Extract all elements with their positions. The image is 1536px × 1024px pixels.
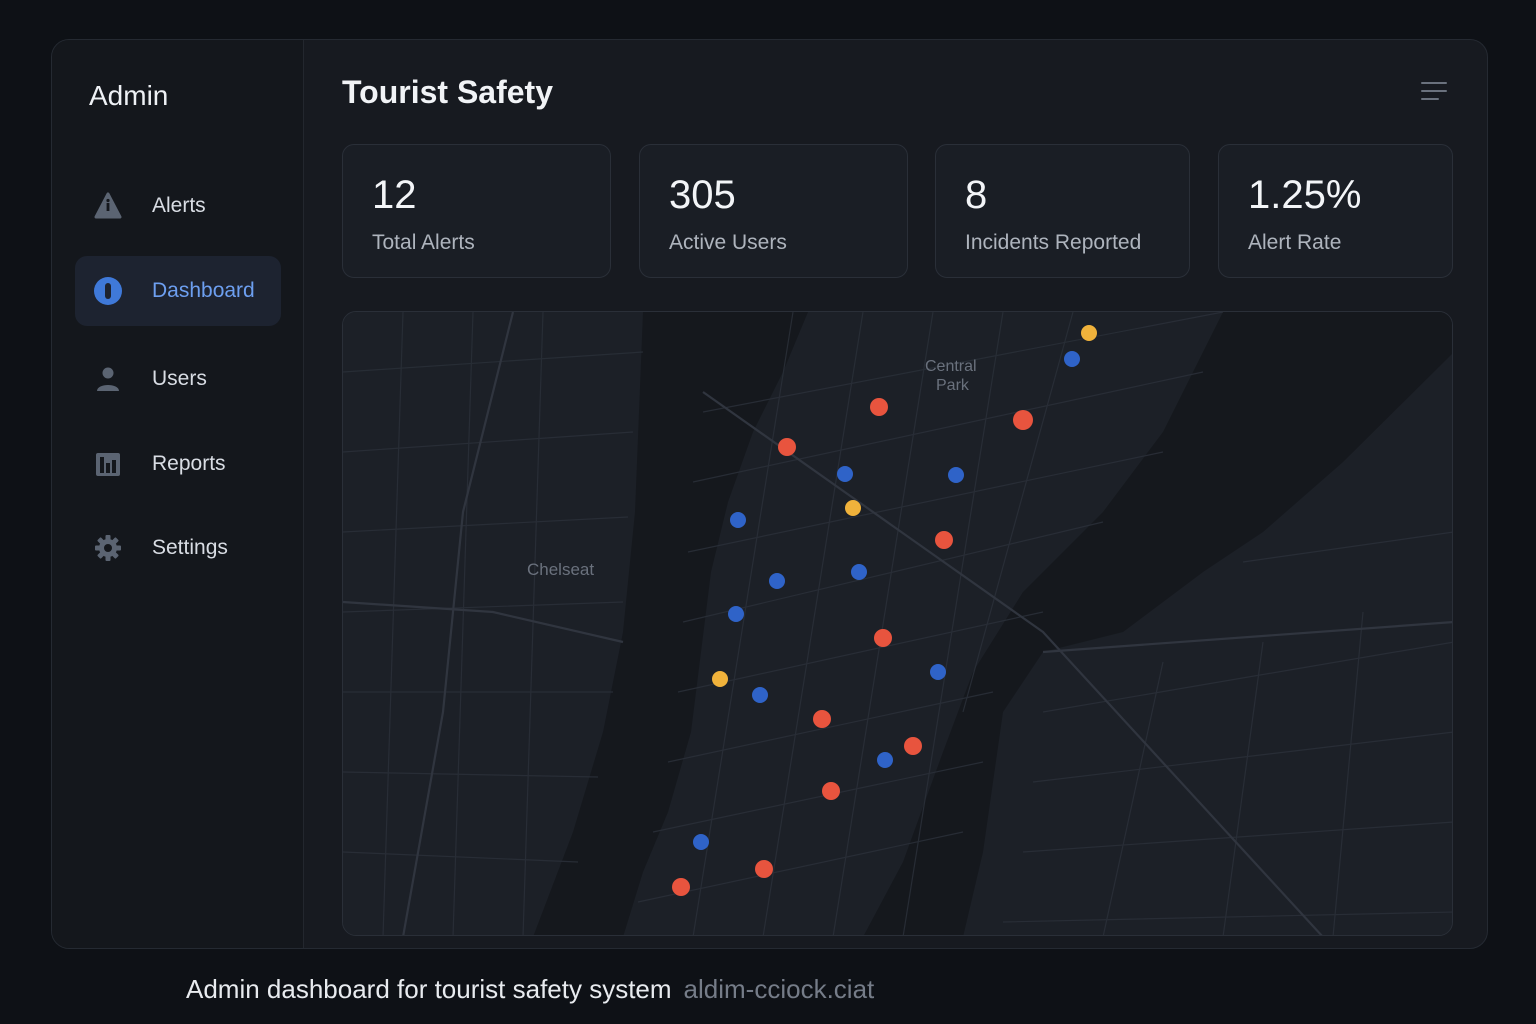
incident-marker[interactable] — [874, 629, 892, 647]
caption: Admin dashboard for tourist safety syste… — [186, 974, 874, 1005]
sidebar-item-label: Reports — [152, 452, 226, 475]
map-label-chelsea: Chelseat — [527, 560, 594, 579]
map-label-central: Central — [925, 358, 977, 375]
user-icon — [91, 362, 125, 396]
stat-card-total-alerts: 12 Total Alerts — [342, 144, 611, 278]
incident-marker[interactable] — [935, 531, 953, 549]
incident-map[interactable]: Chelseat Central Park — [342, 311, 1453, 936]
user-marker[interactable] — [730, 512, 746, 528]
map-label-park: Park — [936, 377, 970, 394]
incident-marker[interactable] — [1081, 325, 1097, 341]
incident-marker[interactable] — [672, 878, 690, 896]
stat-value: 305 — [669, 173, 736, 217]
stat-value: 1.25% — [1248, 173, 1362, 217]
incident-marker[interactable] — [778, 438, 796, 456]
user-marker[interactable] — [851, 564, 867, 580]
incident-marker[interactable] — [904, 737, 922, 755]
sidebar-item-label: Settings — [152, 536, 228, 559]
sidebar-item-reports[interactable]: Reports — [75, 429, 281, 499]
stat-card-incidents: 8 Incidents Reported — [935, 144, 1190, 278]
stat-label: Incidents Reported — [965, 231, 1142, 254]
user-marker[interactable] — [752, 687, 768, 703]
user-marker[interactable] — [769, 573, 785, 589]
caption-text: Admin dashboard for tourist safety syste… — [186, 974, 672, 1004]
incident-marker[interactable] — [712, 671, 728, 687]
sidebar-item-label: Alerts — [152, 194, 206, 217]
map-canvas[interactable]: Chelseat Central Park — [343, 312, 1453, 936]
incident-marker[interactable] — [845, 500, 861, 516]
caption-url: aldim-cciock.ciat — [683, 974, 875, 1004]
sidebar-item-users[interactable]: Users — [75, 344, 281, 414]
sidebar-item-alerts[interactable]: Alerts — [75, 171, 281, 241]
menu-icon[interactable] — [1421, 82, 1451, 104]
stat-value: 12 — [372, 173, 417, 217]
stat-label: Alert Rate — [1248, 231, 1342, 254]
page-title: Tourist Safety — [342, 74, 553, 110]
user-marker[interactable] — [1064, 351, 1080, 367]
incident-marker[interactable] — [870, 398, 888, 416]
user-marker[interactable] — [693, 834, 709, 850]
reports-icon — [91, 447, 125, 481]
user-marker[interactable] — [837, 466, 853, 482]
sidebar-item-settings[interactable]: Settings — [75, 513, 281, 583]
sidebar-item-label: Users — [152, 367, 207, 390]
app-window: Admin Alerts Dashboard Users Reports Set… — [51, 39, 1488, 949]
stat-value: 8 — [965, 173, 988, 217]
sidebar: Admin Alerts Dashboard Users Reports Set… — [52, 40, 304, 948]
stat-card-alert-rate: 1.25% Alert Rate — [1218, 144, 1453, 278]
user-marker[interactable] — [948, 467, 964, 483]
sidebar-item-label: Dashboard — [152, 279, 255, 302]
sidebar-item-dashboard[interactable]: Dashboard — [75, 256, 281, 326]
user-marker[interactable] — [728, 606, 744, 622]
brand-title: Admin — [89, 80, 169, 111]
incident-marker[interactable] — [822, 782, 840, 800]
stat-label: Total Alerts — [372, 231, 475, 254]
dashboard-icon — [91, 274, 125, 308]
main-content: Tourist Safety 12 Total Alerts 305 Activ… — [304, 40, 1487, 948]
stat-label: Active Users — [669, 231, 787, 254]
gear-icon — [91, 531, 125, 565]
incident-marker[interactable] — [755, 860, 773, 878]
user-marker[interactable] — [877, 752, 893, 768]
incident-marker[interactable] — [813, 710, 831, 728]
user-marker[interactable] — [930, 664, 946, 680]
alert-icon — [91, 189, 125, 223]
incident-marker[interactable] — [1013, 410, 1033, 430]
stat-card-active-users: 305 Active Users — [639, 144, 908, 278]
